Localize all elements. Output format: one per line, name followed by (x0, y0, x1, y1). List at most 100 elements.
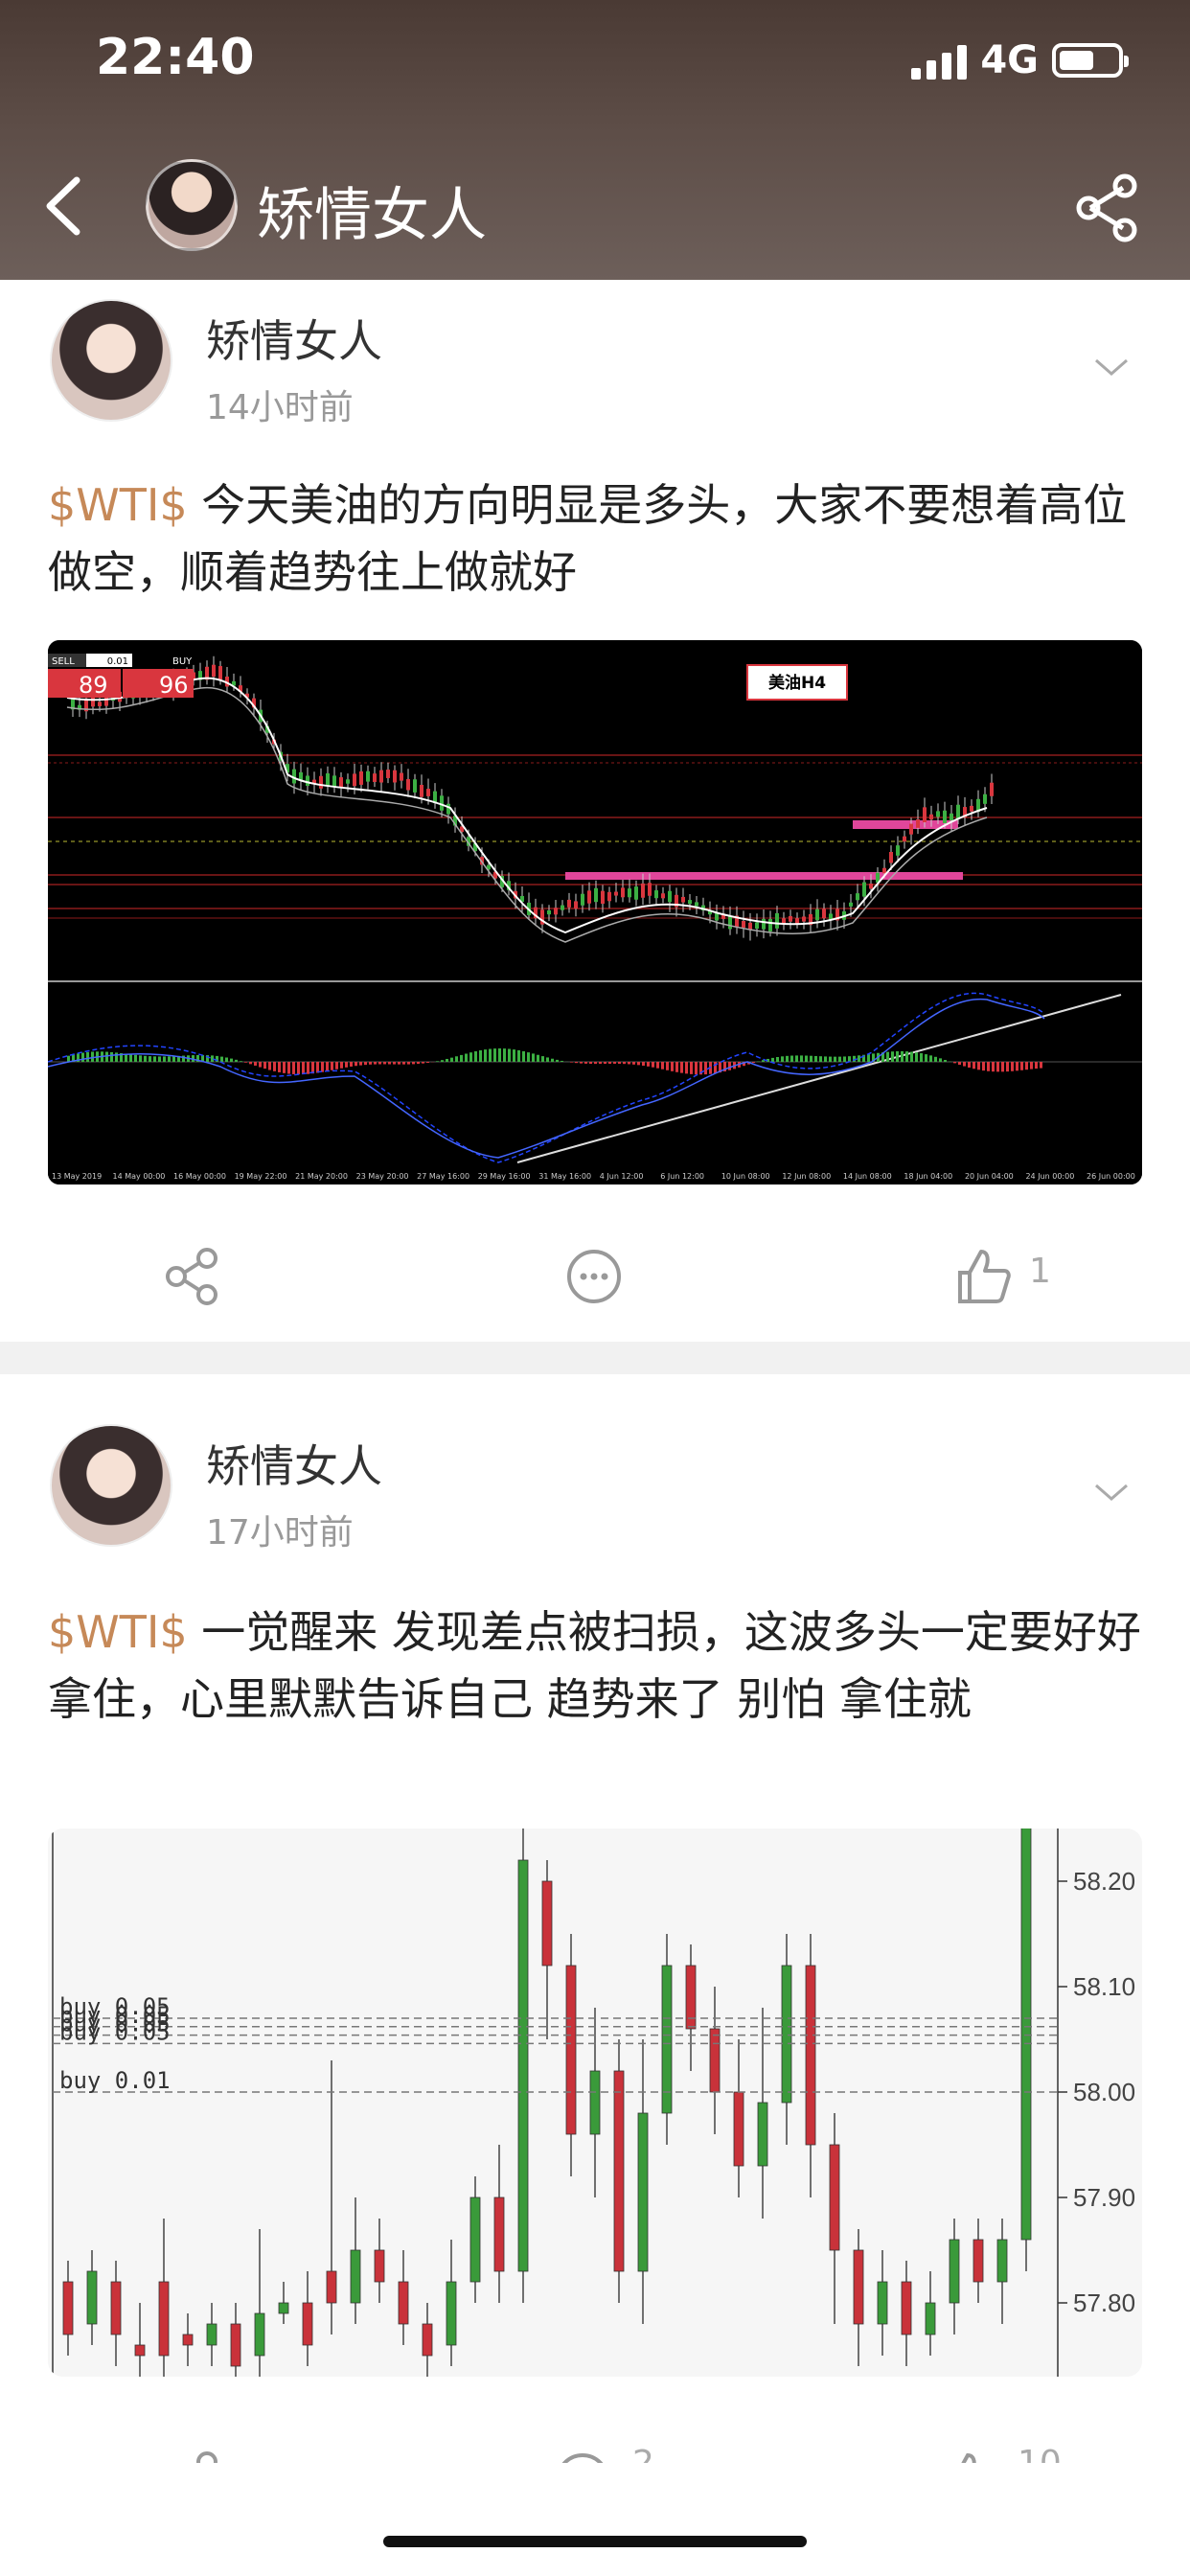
stock-tag[interactable]: $WTI$ (48, 1606, 188, 1658)
macd-bar (580, 1062, 583, 1064)
candle (422, 2323, 433, 2357)
x-tick-label: 21 May 20:00 (295, 1172, 348, 1181)
comment-icon[interactable] (563, 1246, 625, 1307)
macd-bar (287, 1062, 290, 1074)
macd-bar (172, 1056, 175, 1062)
share-icon[interactable] (161, 2450, 222, 2463)
candle (589, 2070, 601, 2135)
candle (621, 887, 625, 898)
candle (373, 773, 377, 782)
macd-bar (675, 1062, 678, 1072)
share-icon[interactable] (161, 1246, 222, 1307)
macd-bar (134, 1054, 137, 1062)
candle (862, 882, 866, 897)
post-text: $WTI$ 今天美油的方向明显是多头，大家不要想着高位做空，顺着趋势往上做就好 (48, 472, 1150, 606)
macd-bar (661, 1062, 664, 1070)
macd-bar (556, 1059, 559, 1062)
macd-bar (728, 1062, 731, 1070)
candle (949, 2239, 960, 2304)
order-label: buy 0.01 (59, 2067, 171, 2094)
macd-bar (800, 1055, 803, 1062)
candle (386, 770, 390, 778)
candle (98, 702, 102, 706)
macd-bar (934, 1056, 937, 1062)
candle (110, 2281, 122, 2335)
stock-tag[interactable]: $WTI$ (48, 479, 188, 531)
macd-bar (158, 1056, 161, 1062)
macd-bar (412, 1062, 415, 1065)
macd-bar (307, 1062, 309, 1074)
macd-bar (513, 1049, 515, 1062)
comment-icon[interactable] (552, 2450, 613, 2463)
sell-label: SELL (52, 656, 75, 667)
status-time: 22:40 (96, 29, 255, 86)
order-label: buy 0.05 (59, 2018, 171, 2045)
macd-bar (973, 1062, 975, 1070)
candle (218, 666, 222, 679)
macd-bar (853, 1055, 856, 1062)
candle (206, 2323, 217, 2346)
macd-bar (110, 1051, 113, 1062)
x-tick-label: 23 May 20:00 (356, 1172, 409, 1181)
chevron-left-icon[interactable] (38, 172, 96, 240)
macd-bar (704, 1062, 707, 1075)
macd-bar (656, 1062, 659, 1069)
macd-bar (896, 1051, 899, 1062)
like-count: 10 (1018, 2444, 1062, 2463)
macd-bar (637, 1062, 640, 1066)
macd-bar (474, 1051, 477, 1062)
candle (795, 918, 799, 924)
macd-bar (225, 1057, 228, 1062)
macd-bar (891, 1051, 894, 1062)
thumbs-up-icon[interactable] (952, 1246, 1014, 1307)
macd-bar (666, 1062, 669, 1070)
candle (350, 2249, 361, 2304)
post-time: 17小时前 (206, 1513, 354, 1552)
macd-bar (359, 1062, 362, 1066)
macd-bar (575, 1062, 578, 1064)
author-name[interactable]: 矫情女人 (206, 307, 382, 370)
macd-bar (1016, 1062, 1018, 1071)
macd-bar (355, 1062, 357, 1067)
support-zone (565, 872, 963, 880)
candle (567, 899, 571, 908)
author-name[interactable]: 矫情女人 (206, 1432, 382, 1495)
macd-bar (292, 1062, 295, 1074)
avatar[interactable] (50, 1424, 172, 1547)
macd-bar (388, 1062, 391, 1065)
candle (62, 2281, 74, 2335)
macd-bar (91, 1051, 94, 1062)
macd-bar (695, 1062, 698, 1075)
macd-bar (129, 1054, 132, 1062)
candle (134, 2344, 146, 2357)
macd-bar (944, 1060, 947, 1062)
macd-bar (517, 1049, 520, 1062)
candle (628, 888, 631, 898)
avatar[interactable] (146, 159, 238, 251)
macd-bar (551, 1058, 554, 1062)
x-tick-label: 12 Jun 08:00 (782, 1172, 831, 1181)
candle (990, 782, 994, 796)
y-tick-label: 57.80 (1073, 2288, 1135, 2317)
candle (742, 920, 745, 928)
candle (802, 916, 806, 922)
candle (681, 896, 685, 903)
macd-bar (81, 1052, 84, 1062)
y-tick-label: 57.90 (1073, 2183, 1135, 2212)
chevron-down-icon[interactable] (1092, 1478, 1131, 1506)
macd-bar (378, 1062, 381, 1065)
y-tick-label: 58.10 (1073, 1972, 1135, 2001)
macd-bar (163, 1056, 166, 1062)
price-chart-image[interactable]: 58.20 58.10 58.00 57.90 57.80 buy 0.05 buy 0.… (48, 1828, 1142, 2377)
avatar[interactable] (50, 299, 172, 422)
share-icon[interactable] (1071, 172, 1142, 243)
thumbs-up-icon[interactable] (939, 2450, 1000, 2463)
price-chart-image[interactable]: SELL 0.01 BUY 89 96 美油H4 13 May 2019 14 M… (48, 640, 1142, 1184)
candle (332, 775, 336, 788)
candle (413, 779, 417, 793)
buy-label: BUY (172, 656, 193, 667)
chevron-down-icon[interactable] (1092, 353, 1131, 381)
macd-bar (987, 1062, 990, 1071)
x-tick-label: 6 Jun 12:00 (660, 1172, 704, 1181)
macd-bar (1006, 1062, 1009, 1072)
